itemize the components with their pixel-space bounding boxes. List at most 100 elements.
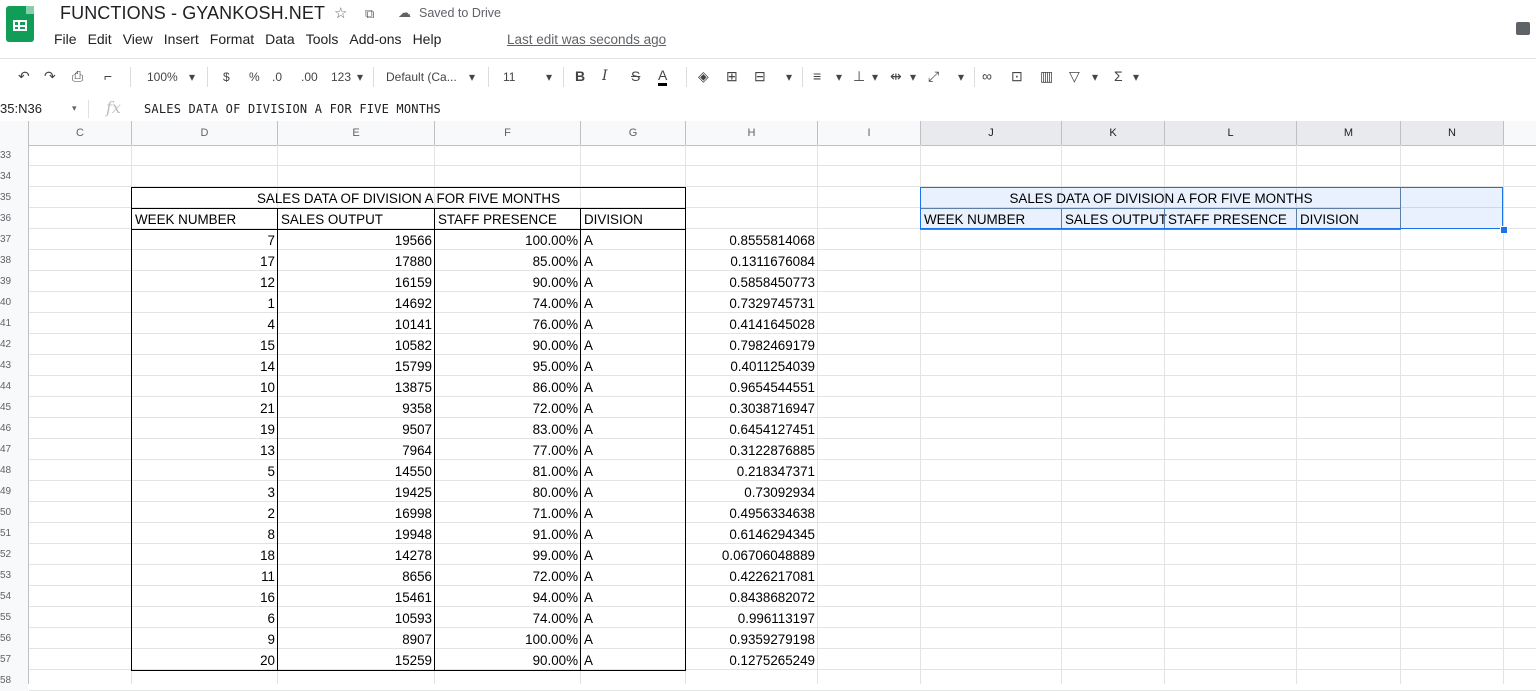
- staff-presence-cell[interactable]: 80.00%: [435, 482, 581, 503]
- staff-presence-cell[interactable]: 94.00%: [435, 587, 581, 608]
- sales-output-cell[interactable]: 19425: [278, 482, 435, 503]
- division-cell[interactable]: A: [581, 398, 686, 419]
- row-header[interactable]: 39: [0, 271, 28, 292]
- print-icon[interactable]: ⎙: [72, 68, 83, 85]
- sales-output-cell[interactable]: 10141: [278, 314, 435, 335]
- chevron-down-icon[interactable]: ▾: [872, 70, 878, 84]
- sales-output-cell[interactable]: 9358: [278, 398, 435, 419]
- last-edit-link[interactable]: Last edit was seconds ago: [507, 32, 666, 47]
- chevron-down-icon[interactable]: ▾: [469, 70, 475, 84]
- insert-chart-icon[interactable]: ▥: [1040, 68, 1053, 85]
- col-header-f[interactable]: F: [435, 121, 581, 145]
- col-header-i[interactable]: I: [818, 121, 921, 145]
- sales-output-cell[interactable]: 15461: [278, 587, 435, 608]
- decrease-decimal-button[interactable]: .0: [272, 70, 282, 84]
- text-color-button[interactable]: A: [658, 68, 668, 86]
- text-wrapping-icon[interactable]: ⇹: [890, 68, 902, 85]
- col-header-k[interactable]: K: [1062, 121, 1165, 145]
- sales-output-cell[interactable]: 19566: [278, 230, 435, 251]
- col-header-j[interactable]: J: [921, 121, 1062, 145]
- random-value-cell[interactable]: 0.1275265249: [686, 650, 818, 671]
- division-cell[interactable]: A: [581, 314, 686, 335]
- week-number-cell[interactable]: 19: [132, 419, 278, 440]
- random-value-cell[interactable]: 0.3122876885: [686, 440, 818, 461]
- staff-presence-cell[interactable]: 90.00%: [435, 335, 581, 356]
- chevron-down-icon[interactable]: ▾: [357, 70, 363, 84]
- week-number-cell[interactable]: 9: [132, 629, 278, 650]
- row-header[interactable]: 55: [0, 607, 28, 628]
- sales-output-cell[interactable]: 14550: [278, 461, 435, 482]
- increase-decimal-button[interactable]: .00: [301, 70, 318, 84]
- chevron-down-icon[interactable]: ▾: [189, 70, 195, 84]
- random-value-cell[interactable]: 0.9654544551: [686, 377, 818, 398]
- menu-file[interactable]: File: [54, 31, 77, 47]
- sales-output-cell[interactable]: 14692: [278, 293, 435, 314]
- table1-header-sales-output[interactable]: SALES OUTPUT: [278, 209, 435, 230]
- week-number-cell[interactable]: 21: [132, 398, 278, 419]
- chevron-down-icon[interactable]: ▾: [72, 103, 77, 114]
- week-number-cell[interactable]: 8: [132, 524, 278, 545]
- row-header[interactable]: 53: [0, 565, 28, 586]
- random-value-cell[interactable]: 0.4956334638: [686, 503, 818, 524]
- strikethrough-button[interactable]: S: [631, 68, 640, 84]
- menu-view[interactable]: View: [123, 31, 153, 47]
- menu-edit[interactable]: Edit: [88, 31, 112, 47]
- week-number-cell[interactable]: 11: [132, 566, 278, 587]
- row-header[interactable]: 51: [0, 523, 28, 544]
- division-cell[interactable]: A: [581, 377, 686, 398]
- staff-presence-cell[interactable]: 100.00%: [435, 629, 581, 650]
- row-header[interactable]: 48: [0, 460, 28, 481]
- division-cell[interactable]: A: [581, 545, 686, 566]
- insert-link-icon[interactable]: ∞: [982, 68, 992, 84]
- row-header[interactable]: 33: [0, 145, 28, 166]
- menu-insert[interactable]: Insert: [164, 31, 199, 47]
- random-value-cell[interactable]: 0.5858450773: [686, 272, 818, 293]
- staff-presence-cell[interactable]: 71.00%: [435, 503, 581, 524]
- italic-button[interactable]: I: [602, 68, 608, 84]
- sales-output-cell[interactable]: 15259: [278, 650, 435, 671]
- staff-presence-cell[interactable]: 90.00%: [435, 650, 581, 671]
- division-cell[interactable]: A: [581, 587, 686, 608]
- random-value-cell[interactable]: 0.9359279198: [686, 629, 818, 650]
- select-all-corner[interactable]: [0, 121, 29, 145]
- text-rotation-icon[interactable]: ⤢: [928, 68, 939, 85]
- week-number-cell[interactable]: 16: [132, 587, 278, 608]
- paint-format-icon[interactable]: ⌐: [104, 68, 112, 84]
- staff-presence-cell[interactable]: 74.00%: [435, 608, 581, 629]
- division-cell[interactable]: A: [581, 608, 686, 629]
- move-folder-icon[interactable]: ⧉: [365, 6, 374, 22]
- formula-input[interactable]: SALES DATA OF DIVISION A FOR FIVE MONTHS: [144, 102, 441, 116]
- week-number-cell[interactable]: 20: [132, 650, 278, 671]
- row-header[interactable]: 54: [0, 586, 28, 607]
- fill-color-icon[interactable]: ◈: [698, 68, 709, 85]
- row-header[interactable]: 49: [0, 481, 28, 502]
- col-header-l[interactable]: L: [1165, 121, 1297, 145]
- zoom-select[interactable]: 100%: [147, 70, 178, 84]
- week-number-cell[interactable]: 3: [132, 482, 278, 503]
- random-value-cell[interactable]: 0.73092934: [686, 482, 818, 503]
- col-header-g[interactable]: G: [581, 121, 686, 145]
- filter-icon[interactable]: ▽: [1069, 68, 1080, 85]
- week-number-cell[interactable]: 15: [132, 335, 278, 356]
- division-cell[interactable]: A: [581, 524, 686, 545]
- menu-help[interactable]: Help: [413, 31, 442, 47]
- sheets-logo-icon[interactable]: [6, 6, 34, 42]
- staff-presence-cell[interactable]: 74.00%: [435, 293, 581, 314]
- row-header[interactable]: 42: [0, 334, 28, 355]
- sales-output-cell[interactable]: 14278: [278, 545, 435, 566]
- row-header[interactable]: 41: [0, 313, 28, 334]
- sales-output-cell[interactable]: 10582: [278, 335, 435, 356]
- staff-presence-cell[interactable]: 86.00%: [435, 377, 581, 398]
- week-number-cell[interactable]: 13: [132, 440, 278, 461]
- random-value-cell[interactable]: 0.6146294345: [686, 524, 818, 545]
- star-icon[interactable]: ☆: [334, 4, 347, 22]
- staff-presence-cell[interactable]: 91.00%: [435, 524, 581, 545]
- division-cell[interactable]: A: [581, 482, 686, 503]
- week-number-cell[interactable]: 7: [132, 230, 278, 251]
- row-header[interactable]: 37: [0, 229, 28, 250]
- table1-title[interactable]: SALES DATA OF DIVISION A FOR FIVE MONTHS: [132, 188, 685, 209]
- font-size-select[interactable]: 11: [503, 70, 515, 84]
- col-header-e[interactable]: E: [278, 121, 435, 145]
- division-cell[interactable]: A: [581, 356, 686, 377]
- staff-presence-cell[interactable]: 95.00%: [435, 356, 581, 377]
